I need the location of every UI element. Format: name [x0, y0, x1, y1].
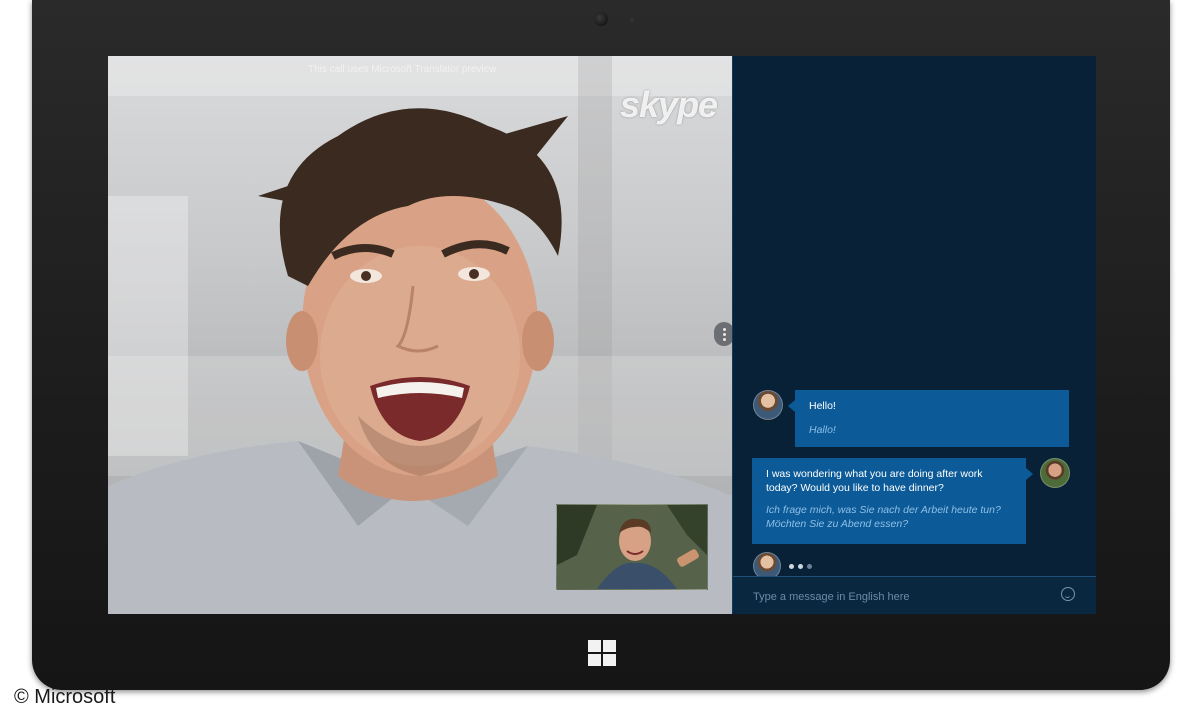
message-bubble: I was wondering what you are doing after…: [752, 458, 1033, 544]
message-translation: Ich frage mich, was Sie nach der Arbeit …: [766, 504, 1001, 530]
more-options-icon[interactable]: [714, 322, 734, 346]
message-composer: [733, 576, 1096, 614]
message-text: I was wondering what you are doing after…: [766, 468, 983, 494]
message-translation: Hallo!: [809, 424, 836, 436]
self-view-video[interactable]: [556, 504, 708, 590]
chat-panel: Hello! Hallo! I was wondering what you a…: [732, 56, 1096, 614]
windows-logo-icon[interactable]: [588, 640, 616, 666]
contact-avatar: [753, 390, 783, 420]
message-bubble: Hello! Hallo!: [788, 390, 1069, 447]
copyright-notice: © Microsoft: [14, 686, 116, 708]
message-input[interactable]: [751, 587, 1055, 607]
self-view-image: [557, 505, 707, 589]
tablet-device: This call uses Microsoft Translator prev…: [32, 0, 1170, 690]
self-avatar: [1040, 458, 1070, 488]
message-text: Hello!: [809, 400, 836, 412]
typing-indicator: [789, 564, 812, 569]
skype-logo: skype: [620, 84, 718, 125]
light-sensor: [630, 18, 634, 22]
emoticon-icon[interactable]: [1061, 587, 1075, 601]
translator-caption: This call uses Microsoft Translator prev…: [308, 64, 497, 75]
app-screen: This call uses Microsoft Translator prev…: [108, 56, 1096, 614]
camera-icon: [594, 12, 608, 26]
video-call-view: This call uses Microsoft Translator prev…: [108, 56, 732, 614]
